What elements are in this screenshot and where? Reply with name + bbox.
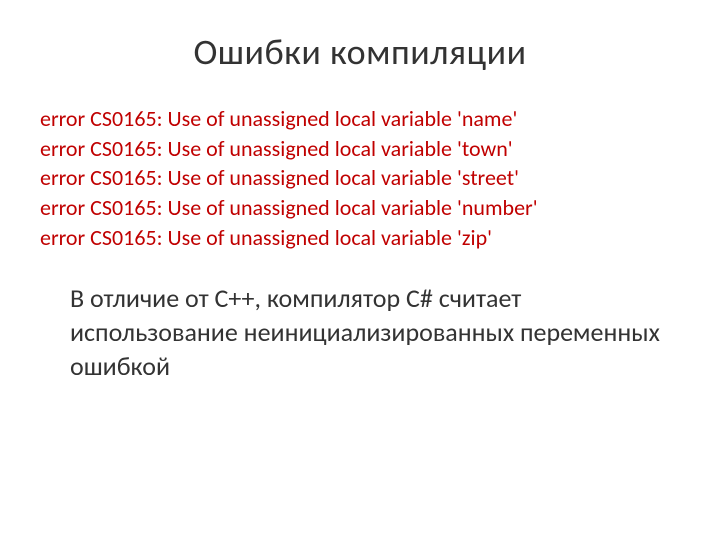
error-line: error CS0165: Use of unassigned local va… [40, 223, 680, 253]
slide-title: Ошибки компиляции [40, 30, 680, 74]
error-line: error CS0165: Use of unassigned local va… [40, 134, 680, 164]
error-list: error CS0165: Use of unassigned local va… [40, 104, 680, 252]
error-line: error CS0165: Use of unassigned local va… [40, 163, 680, 193]
error-line: error CS0165: Use of unassigned local va… [40, 193, 680, 223]
error-line: error CS0165: Use of unassigned local va… [40, 104, 680, 134]
explanation-text: В отличие от С++, компилятор C# считает … [40, 282, 680, 383]
